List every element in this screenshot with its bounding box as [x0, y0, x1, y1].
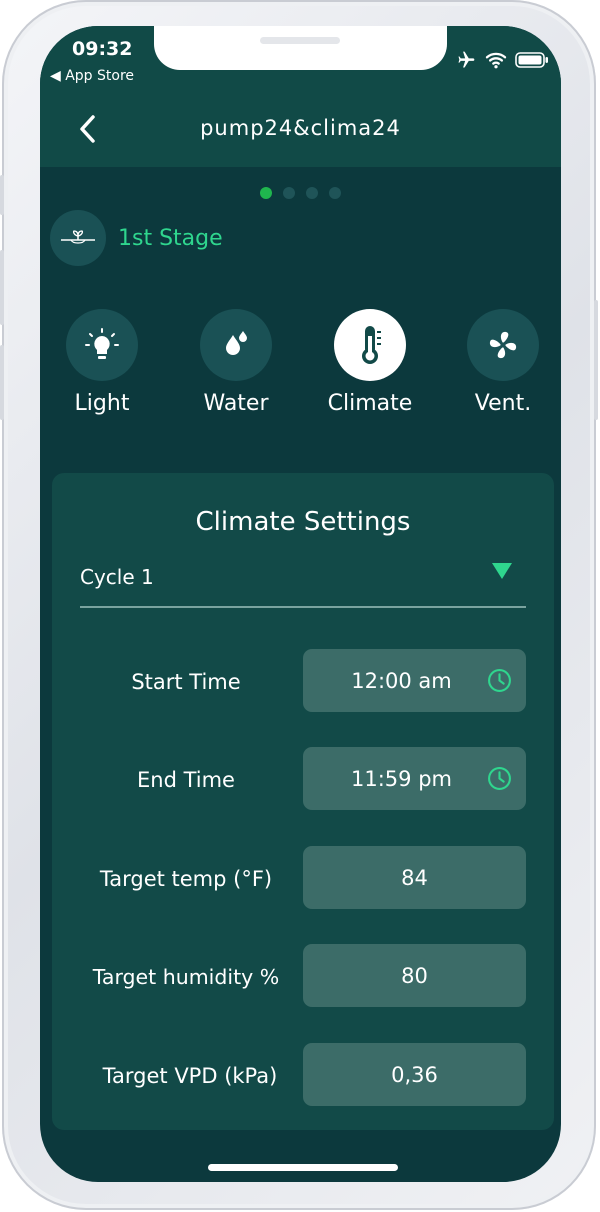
page-indicator[interactable] [40, 187, 561, 199]
category-light-label: Light [74, 391, 130, 416]
start-time-field[interactable]: 12:00 am [303, 649, 526, 712]
status-icons [455, 50, 549, 70]
water-drop-icon [226, 331, 247, 355]
start-time-value: 12:00 am [351, 668, 452, 693]
card-title: Climate Settings [195, 507, 411, 537]
category-climate-label: Climate [327, 391, 413, 416]
target-humidity-label: Target humidity % [92, 965, 280, 989]
status-time: 09:32 [72, 38, 133, 60]
target-temp-field[interactable]: 84 [303, 846, 526, 909]
fan-icon [489, 331, 517, 359]
device-notch [154, 26, 447, 70]
phone-frame: 09:32 ◀ App Store pump24&clima24 1st Sta… [0, 0, 598, 1210]
category-vent[interactable]: Vent. [443, 309, 561, 416]
stage-label: 1st Stage [118, 225, 223, 251]
page-title: pump24&clima24 [200, 116, 401, 140]
thermometer-icon [362, 326, 381, 364]
end-time-value: 11:59 pm [351, 766, 452, 791]
start-time-label: Start Time [131, 670, 241, 694]
volume-down-button [0, 345, 4, 420]
climate-settings-card: Climate Settings Cycle 1 Start Time 12:0… [52, 473, 554, 1130]
end-time-field[interactable]: 11:59 pm [303, 747, 526, 810]
power-button [594, 300, 598, 420]
cycle-divider [80, 606, 526, 608]
seedling-icon [50, 210, 106, 266]
target-vpd-field[interactable]: 0,36 [303, 1043, 526, 1106]
stage-selector[interactable]: 1st Stage [50, 210, 223, 266]
category-water[interactable]: Water [176, 309, 296, 416]
target-humidity-field[interactable]: 80 [303, 944, 526, 1007]
app-screen: 09:32 ◀ App Store pump24&clima24 1st Sta… [40, 26, 561, 1182]
end-time-label: End Time [137, 768, 235, 792]
page-dot-1[interactable] [260, 187, 272, 199]
battery-icon [515, 52, 548, 68]
category-light[interactable]: Light [42, 309, 162, 416]
clock-icon[interactable] [487, 766, 512, 791]
cycle-dropdown[interactable]: Cycle 1 [80, 565, 154, 589]
volume-up-button [0, 250, 4, 325]
category-climate[interactable]: Climate [310, 309, 430, 416]
page-dot-2[interactable] [283, 187, 295, 199]
target-temp-label: Target temp (°F) [99, 867, 273, 891]
home-indicator[interactable] [208, 1164, 398, 1171]
category-water-circle [200, 309, 272, 381]
page-dot-4[interactable] [329, 187, 341, 199]
back-to-app-store-link[interactable]: ◀ App Store [50, 68, 134, 84]
category-vent-circle [467, 309, 539, 381]
target-vpd-label: Target VPD (kPa) [102, 1064, 278, 1088]
category-water-label: Water [203, 391, 269, 416]
category-vent-label: Vent. [474, 391, 532, 416]
speaker-grille [260, 37, 340, 44]
dropdown-triangle-icon[interactable] [490, 559, 514, 583]
airplane-mode-icon [458, 51, 475, 68]
silent-switch [0, 175, 4, 215]
clock-icon[interactable] [487, 668, 512, 693]
category-light-circle [66, 309, 138, 381]
category-climate-circle [334, 309, 406, 381]
lightbulb-icon [85, 328, 119, 359]
page-dot-3[interactable] [306, 187, 318, 199]
wifi-icon [485, 52, 507, 69]
